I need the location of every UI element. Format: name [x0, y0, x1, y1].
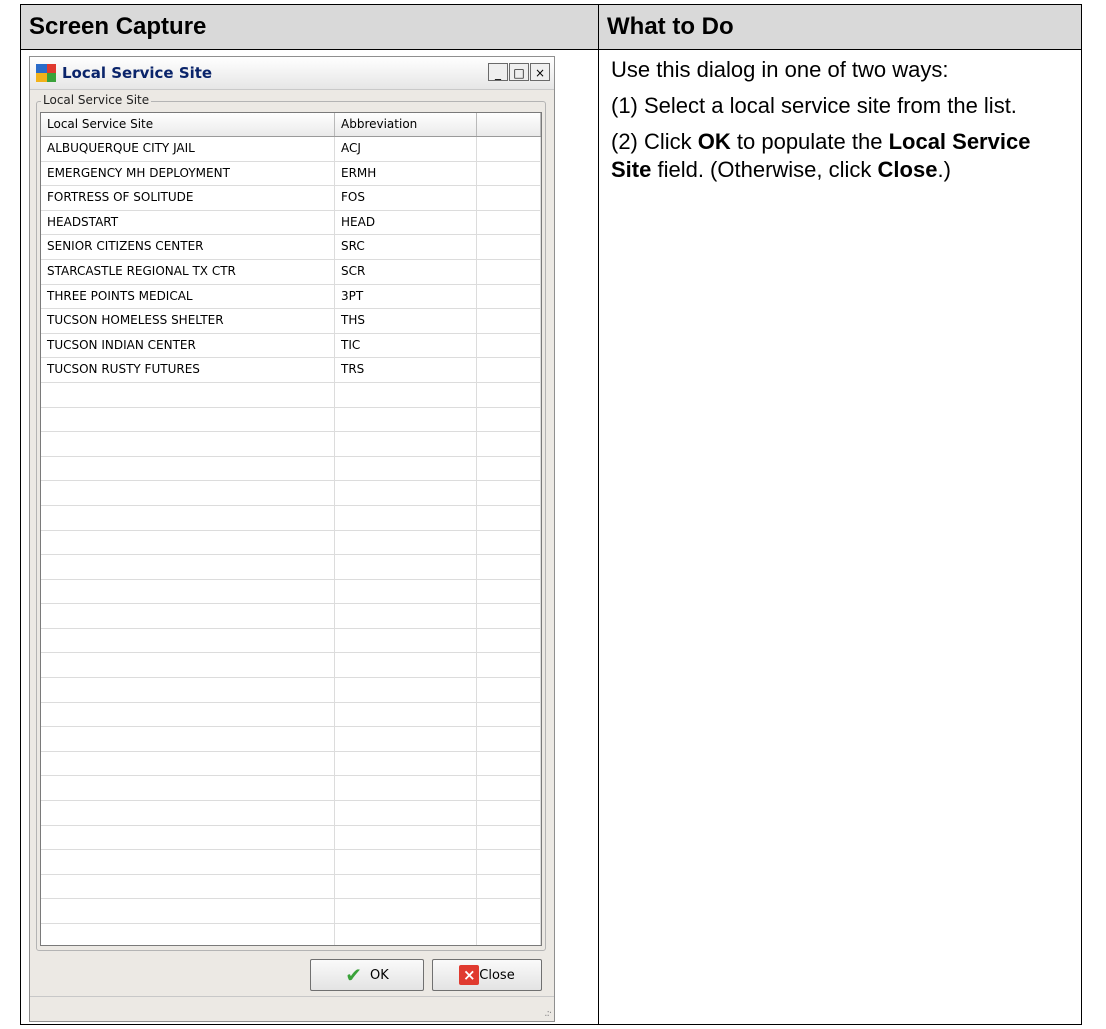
resize-grip-icon[interactable]: .:· — [544, 1008, 552, 1019]
cell-site: HEADSTART — [41, 210, 335, 235]
instruction-step-2: (2) Click OK to populate the Local Servi… — [611, 129, 1031, 182]
close-button[interactable]: × Close — [432, 959, 542, 991]
cell-abbreviation: ACJ — [335, 137, 477, 161]
cell-abbreviation: FOS — [335, 186, 477, 210]
empty-list-row — [41, 432, 541, 457]
cell-blank — [477, 137, 541, 161]
empty-list-row — [41, 825, 541, 851]
empty-list-row — [41, 604, 541, 629]
list-row[interactable]: STARCASTLE REGIONAL TX CTR SCR — [41, 259, 541, 285]
list-row[interactable]: ALBUQUERQUE CITY JAIL ACJ — [41, 137, 541, 162]
dialog-titlebar[interactable]: Local Service Site _ □ × — [30, 57, 554, 90]
group-label: Local Service Site — [41, 93, 152, 107]
cell-blank — [477, 284, 541, 309]
empty-list-row — [41, 382, 541, 408]
column-header-abbreviation[interactable]: Abbreviation — [335, 113, 477, 136]
cell-abbreviation: THS — [335, 309, 477, 333]
cell-site: FORTRESS OF SOLITUDE — [41, 186, 335, 210]
instruction-intro: Use this dialog in one of two ways: — [611, 57, 949, 82]
close-label: Close — [479, 967, 515, 983]
empty-list-row — [41, 874, 541, 900]
empty-list-row — [41, 801, 541, 826]
close-window-button[interactable]: × — [530, 63, 550, 81]
cell-abbreviation: ERMH — [335, 161, 477, 186]
cell-blank — [477, 161, 541, 186]
cell-site: TUCSON RUSTY FUTURES — [41, 358, 335, 382]
empty-list-row — [41, 751, 541, 777]
column-header-blank[interactable] — [477, 113, 541, 136]
empty-list-row — [41, 505, 541, 531]
cell-blank — [477, 333, 541, 358]
cell-abbreviation: SCR — [335, 259, 477, 284]
check-icon: ✔ — [345, 963, 362, 987]
column-header-site[interactable]: Local Service Site — [41, 113, 335, 136]
empty-list-row — [41, 727, 541, 752]
instruction-step-1: (1) Select a local service site from the… — [611, 93, 1017, 118]
cell-site: THREE POINTS MEDICAL — [41, 284, 335, 309]
empty-list-row — [41, 850, 541, 875]
empty-list-row — [41, 702, 541, 728]
cell-blank — [477, 235, 541, 259]
empty-list-row — [41, 530, 541, 556]
maximize-button[interactable]: □ — [509, 63, 529, 81]
empty-list-row — [41, 653, 541, 679]
empty-list-row — [41, 555, 541, 580]
local-service-site-dialog: Local Service Site _ □ × Local Service S… — [29, 56, 555, 1022]
cell-blank — [477, 259, 541, 284]
close-reference: Close — [877, 157, 938, 182]
x-icon: × — [459, 965, 480, 985]
empty-list-row — [41, 579, 541, 605]
cell-site: SENIOR CITIZENS CENTER — [41, 235, 335, 259]
cell-site: STARCASTLE REGIONAL TX CTR — [41, 259, 335, 284]
cell-abbreviation: SRC — [335, 235, 477, 259]
what-to-do-cell: Use this dialog in one of two ways: (1) … — [598, 49, 1082, 1025]
cell-abbreviation: TRS — [335, 358, 477, 382]
list-row[interactable]: FORTRESS OF SOLITUDE FOS — [41, 186, 541, 211]
list-row[interactable]: TUCSON HOMELESS SHELTER THS — [41, 309, 541, 334]
list-row[interactable]: EMERGENCY MH DEPLOYMENT ERMH — [41, 161, 541, 187]
ok-label: OK — [370, 967, 389, 983]
minimize-button[interactable]: _ — [488, 63, 508, 81]
empty-list-row — [41, 407, 541, 433]
site-list[interactable]: Local Service Site Abbreviation ALBUQUER… — [40, 112, 542, 946]
cell-site: EMERGENCY MH DEPLOYMENT — [41, 161, 335, 186]
empty-list-row — [41, 678, 541, 703]
cell-blank — [477, 358, 541, 382]
dialog-title: Local Service Site — [62, 64, 213, 82]
cell-blank — [477, 210, 541, 235]
ok-reference: OK — [697, 129, 731, 154]
list-row[interactable]: TUCSON RUSTY FUTURES TRS — [41, 358, 541, 383]
document-table: Screen Capture What to Do Local Service … — [20, 4, 1082, 1025]
empty-list-row — [41, 456, 541, 482]
cell-site: TUCSON INDIAN CENTER — [41, 333, 335, 358]
window-controls: _ □ × — [487, 63, 550, 81]
list-header: Local Service Site Abbreviation — [41, 113, 541, 137]
header-what-to-do: What to Do — [598, 4, 1082, 50]
list-row[interactable]: TUCSON INDIAN CENTER TIC — [41, 333, 541, 359]
screen-capture-cell: Local Service Site _ □ × Local Service S… — [20, 49, 599, 1025]
empty-list-row — [41, 899, 541, 924]
app-icon — [36, 64, 56, 82]
list-row[interactable]: THREE POINTS MEDICAL 3PT — [41, 284, 541, 310]
list-row[interactable]: HEADSTART HEAD — [41, 210, 541, 236]
empty-list-row — [41, 481, 541, 506]
cell-abbreviation: TIC — [335, 333, 477, 358]
cell-blank — [477, 186, 541, 210]
list-row[interactable]: SENIOR CITIZENS CENTER SRC — [41, 235, 541, 260]
header-screen-capture: Screen Capture — [20, 4, 599, 50]
cell-site: ALBUQUERQUE CITY JAIL — [41, 137, 335, 161]
ok-button[interactable]: ✔ OK — [310, 959, 424, 991]
cell-blank — [477, 309, 541, 333]
status-bar: .:· — [30, 996, 554, 1021]
empty-list-row — [41, 924, 541, 945]
cell-abbreviation: 3PT — [335, 284, 477, 309]
empty-list-row — [41, 628, 541, 654]
list-body: ALBUQUERQUE CITY JAIL ACJ EMERGENCY MH DEP… — [41, 137, 541, 945]
empty-list-row — [41, 776, 541, 802]
cell-site: TUCSON HOMELESS SHELTER — [41, 309, 335, 333]
cell-abbreviation: HEAD — [335, 210, 477, 235]
local-service-site-group: Local Service Site Local Service Site Ab… — [36, 93, 546, 951]
